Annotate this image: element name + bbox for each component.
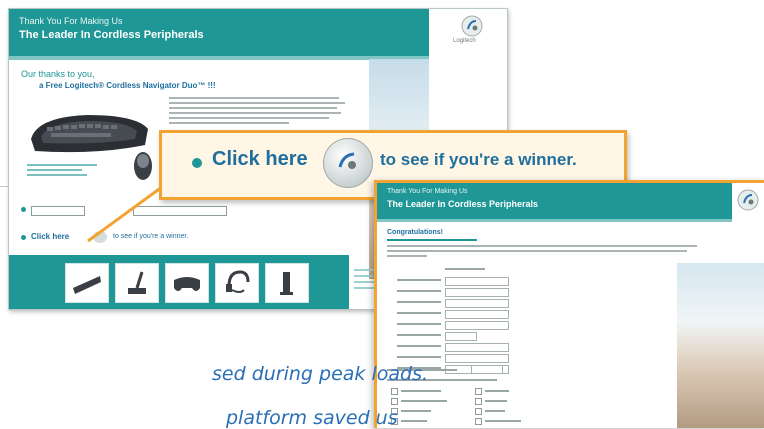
header-title: The Leader In Cordless Peripherals — [19, 29, 204, 41]
form-row — [387, 320, 567, 331]
form-row — [387, 276, 567, 287]
form-row — [387, 298, 567, 309]
logitech-button-icon[interactable] — [323, 138, 373, 188]
logitech-logo: Logitech — [439, 13, 499, 53]
checkbox[interactable] — [475, 418, 482, 425]
field-label — [397, 345, 441, 347]
thanks-heading: Our thanks to you, — [21, 69, 95, 79]
lifestyle-photo — [677, 263, 764, 428]
checkbox-row — [391, 387, 551, 397]
field-label — [397, 301, 441, 303]
checkbox[interactable] — [391, 388, 398, 395]
header-rule — [377, 219, 732, 222]
mouse-image — [134, 152, 152, 180]
product-gamepad-thumb[interactable] — [165, 263, 209, 303]
checkbox-label — [485, 400, 507, 402]
checkbox-label — [401, 390, 441, 392]
form-row — [387, 265, 567, 276]
product-speaker-thumb[interactable] — [265, 263, 309, 303]
text-field[interactable] — [445, 310, 509, 319]
checkbox[interactable] — [391, 398, 398, 405]
congratulations-heading: Congratulations! — [387, 229, 443, 236]
keyboard-icon — [73, 276, 101, 294]
text-field[interactable] — [445, 288, 509, 297]
checkbox-label — [401, 400, 447, 402]
field-label — [397, 312, 441, 314]
product-joystick-thumb[interactable] — [115, 263, 159, 303]
text-field[interactable] — [445, 343, 509, 352]
text-field[interactable] — [445, 277, 509, 286]
form-row — [387, 287, 567, 298]
registration-page-screenshot: Thank You For Making Us The Leader In Co… — [374, 180, 764, 428]
field-label — [397, 279, 441, 281]
bullet-icon — [192, 158, 202, 168]
logo-mark-icon — [737, 189, 759, 211]
image-caption — [27, 164, 117, 179]
checkbox[interactable] — [475, 408, 482, 415]
checkbox-label — [401, 420, 427, 422]
intro-paragraph — [387, 245, 707, 260]
checkbox-row — [391, 417, 551, 427]
gamepad-icon — [174, 277, 200, 291]
header-title: The Leader In Cordless Peripherals — [387, 199, 539, 209]
page-header: Thank You For Making Us The Leader In Co… — [9, 9, 429, 56]
field-label — [397, 290, 441, 292]
checkbox-group — [391, 387, 551, 427]
form-row — [387, 342, 567, 353]
see-winner-text: to see if you're a winner. — [380, 150, 577, 169]
headset-icon — [226, 270, 250, 293]
page-header: Thank You For Making Us The Leader In Co… — [377, 183, 732, 219]
logitech-logo — [737, 185, 764, 219]
heading-rule — [387, 239, 477, 241]
checkbox-label — [485, 420, 521, 422]
text-field[interactable] — [445, 299, 509, 308]
product-headset-thumb[interactable] — [215, 263, 259, 303]
product-keyboard-thumb[interactable] — [65, 263, 109, 303]
joystick-icon — [128, 271, 146, 294]
bullet-icon — [21, 207, 26, 212]
field-label — [445, 268, 485, 270]
quote-line-2: platform saved us — [226, 407, 398, 429]
form-row — [387, 309, 567, 320]
click-here-button[interactable]: Click here — [212, 148, 308, 171]
quote-line-1: sed during peak loads. — [212, 363, 429, 385]
checkbox-label — [401, 410, 431, 412]
checkbox-label — [485, 390, 509, 392]
offer-heading: a Free Logitech® Cordless Navigator Duo™… — [39, 81, 216, 90]
checkbox-label — [485, 410, 505, 412]
checkbox-row — [391, 397, 551, 407]
question-dropdown[interactable] — [471, 365, 503, 374]
logo-mark-icon — [338, 152, 356, 169]
logo-text: Logitech — [453, 38, 476, 44]
bullet-icon — [21, 235, 26, 240]
header-rule — [9, 56, 429, 60]
field-label — [397, 334, 441, 336]
text-field[interactable] — [445, 321, 509, 330]
click-here-link[interactable]: Click here — [31, 232, 69, 241]
option-field[interactable] — [31, 206, 85, 216]
checkbox[interactable] — [475, 388, 482, 395]
field-label — [397, 356, 441, 358]
offer-paragraph — [169, 97, 349, 127]
header-subtitle: Thank You For Making Us — [19, 16, 123, 26]
field-label — [397, 323, 441, 325]
text-field[interactable] — [445, 332, 477, 341]
checkbox-row — [391, 407, 551, 417]
form-row — [387, 331, 567, 342]
header-subtitle: Thank You For Making Us — [387, 188, 468, 195]
registration-form — [387, 265, 567, 375]
speaker-icon — [280, 272, 293, 295]
checkbox[interactable] — [475, 398, 482, 405]
logo-mark-icon — [461, 15, 483, 37]
text-field[interactable] — [445, 354, 509, 363]
